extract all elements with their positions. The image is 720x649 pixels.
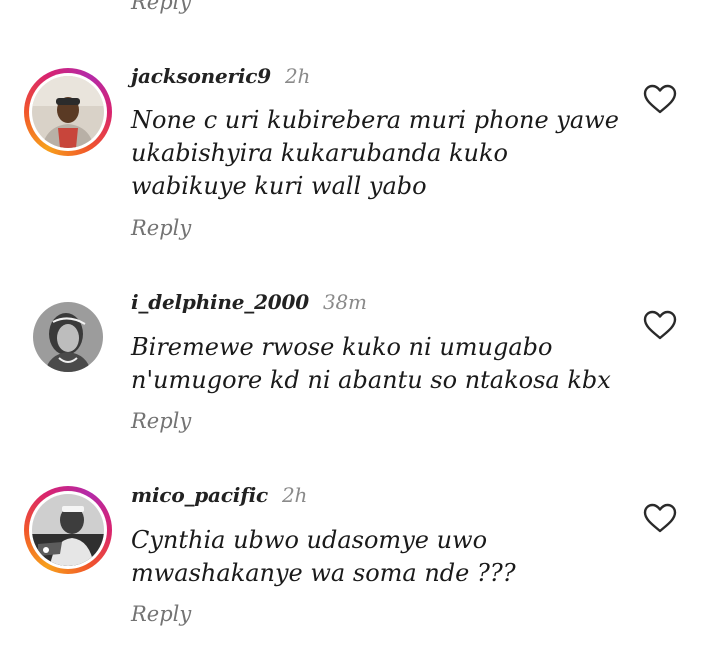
reply-button[interactable]: Reply [131, 409, 191, 433]
comment-timestamp: 2h [284, 64, 311, 88]
heart-outline-icon[interactable] [643, 310, 677, 340]
username-text[interactable]: jacksoneric9 [131, 64, 271, 88]
comment-username[interactable]: i_delphine_2000 38m [131, 290, 367, 314]
comment-text: Cynthia ubwo udasomye uwo mwashakanye wa… [131, 526, 516, 587]
username-text[interactable]: mico_pacific [131, 483, 268, 507]
reply-button[interactable]: Reply [131, 216, 191, 240]
comment-text: Biremewe rwose kuko ni umugabo n'umugore… [131, 333, 611, 394]
heart-outline-icon[interactable] [643, 84, 677, 114]
avatar [32, 494, 104, 566]
comment-username[interactable]: mico_pacific 2h [131, 483, 307, 507]
avatar-story-ring[interactable] [24, 68, 112, 156]
heart-outline-icon[interactable] [643, 503, 677, 533]
comment-timestamp: 2h [281, 483, 308, 507]
username-text[interactable]: i_delphine_2000 [131, 290, 309, 314]
reply-button[interactable]: Reply [131, 602, 191, 626]
comment-text: None c uri kubirebera muri phone yawe uk… [131, 106, 619, 200]
avatar [32, 76, 104, 148]
avatar [33, 302, 103, 372]
reply-button[interactable]: Reply [131, 0, 191, 14]
avatar-story-ring[interactable] [24, 486, 112, 574]
comment-timestamp: 38m [322, 290, 367, 314]
comment-username[interactable]: jacksoneric9 2h [131, 64, 310, 88]
avatar-container[interactable] [24, 293, 112, 381]
